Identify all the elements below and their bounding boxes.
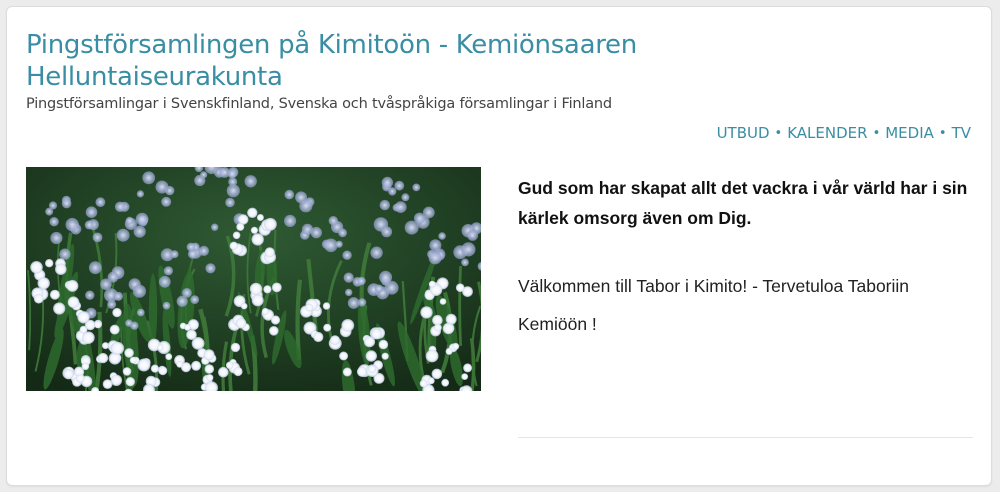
site-title[interactable]: Pingstförsamlingen på Kimitoön - Kemiöns…	[26, 29, 786, 93]
nav-separator: •	[938, 125, 947, 141]
content-card: Pingstförsamlingen på Kimitoön - Kemiöns…	[6, 6, 992, 486]
main-nav: UTBUD • KALENDER • MEDIA • TV	[717, 124, 971, 142]
site-subtitle: Pingstförsamlingar i Svenskfinland, Sven…	[26, 96, 612, 112]
lead-text: Gud som har skapat allt det vackra i vår…	[518, 173, 978, 233]
nav-item-utbud[interactable]: UTBUD	[717, 124, 770, 142]
lead-line-2: kärlek omsorg även om Dig.	[518, 208, 752, 228]
nav-item-media[interactable]: MEDIA	[885, 124, 934, 142]
nav-separator: •	[774, 125, 783, 141]
hero-image-flowers	[26, 167, 481, 391]
main-content: Gud som har skapat allt det vackra i vår…	[518, 173, 978, 343]
nav-item-tv[interactable]: TV	[952, 124, 971, 142]
nav-separator: •	[872, 125, 881, 141]
lead-line-1: Gud som har skapat allt det vackra i vår…	[518, 178, 968, 198]
divider	[518, 437, 973, 438]
welcome-text: Välkommen till Tabor i Kimito! - Tervetu…	[518, 276, 910, 334]
nav-item-kalender[interactable]: KALENDER	[787, 124, 867, 142]
